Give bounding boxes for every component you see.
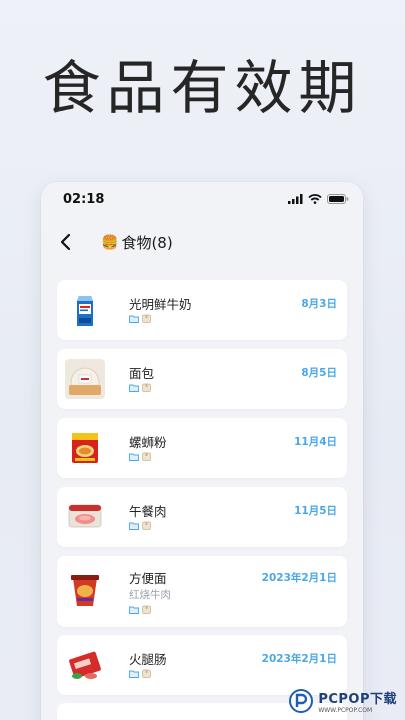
luncheon-meat-thumb — [65, 497, 105, 537]
bread-thumb — [65, 359, 105, 399]
folder-icon — [129, 606, 139, 614]
watermark-text: PCPOP下载 — [318, 692, 397, 707]
item-subtitle: 红烧牛肉 — [129, 589, 171, 601]
back-button[interactable] — [51, 228, 79, 256]
package-icon — [142, 383, 151, 392]
nav-bar: 🍔 食物(8) — [41, 226, 363, 260]
status-bar: 02:18 — [41, 182, 363, 218]
battery-icon — [327, 194, 349, 204]
folder-icon — [129, 522, 139, 530]
item-date: 2023年2月1日 — [261, 653, 337, 665]
page-headline: 食品有效期 — [42, 54, 363, 122]
status-icons — [288, 194, 349, 204]
item-date: 8月3日 — [301, 298, 337, 310]
package-icon — [142, 605, 151, 614]
watermark: PCPOP下载 WWW.PCPOP.COM — [289, 688, 397, 714]
noodle-pack-thumb — [65, 428, 105, 468]
item-meta — [129, 605, 151, 614]
package-icon — [142, 521, 151, 530]
item-name: 方便面 — [129, 571, 167, 586]
list-item[interactable]: 火腿肠 2023年2月1日 — [57, 635, 347, 695]
list-item[interactable]: 午餐肉 11月5日 — [57, 487, 347, 547]
item-date: 11月4日 — [294, 436, 337, 448]
nav-title: 🍔 食物(8) — [101, 232, 173, 253]
list-item[interactable]: 面包 8月5日 — [57, 349, 347, 409]
list-item[interactable]: 光明鲜牛奶 8月3日 — [57, 280, 347, 340]
package-icon — [142, 314, 151, 323]
item-meta — [129, 452, 151, 461]
item-name: 螺蛳粉 — [129, 435, 167, 450]
item-meta — [129, 521, 151, 530]
folder-icon — [129, 670, 139, 678]
folder-icon — [129, 315, 139, 323]
burger-emoji-icon: 🍔 — [101, 234, 119, 251]
item-name: 火腿肠 — [129, 652, 167, 667]
chevron-left-icon — [60, 233, 71, 251]
watermark-sub: WWW.PCPOP.COM — [318, 707, 373, 714]
package-icon — [142, 669, 151, 678]
item-meta — [129, 314, 151, 323]
item-date: 8月5日 — [301, 367, 337, 379]
item-name: 午餐肉 — [129, 504, 167, 519]
item-meta — [129, 383, 151, 392]
item-name: 面包 — [129, 366, 155, 381]
item-date: 11月5日 — [294, 505, 337, 517]
ham-sausage-thumb — [65, 645, 105, 685]
milk-carton-thumb — [65, 290, 105, 330]
nav-title-label: 食物(8) — [121, 234, 173, 252]
item-date: 2023年2月1日 — [261, 572, 337, 584]
instant-noodle-cup-thumb — [65, 570, 105, 610]
folder-icon — [129, 453, 139, 461]
phone-frame: 02:18 🍔 食物(8) 光明鲜牛奶 8月3日 面包 8月5日 螺蛳粉 11月… — [41, 182, 363, 720]
pcpop-logo-icon — [289, 689, 314, 713]
list-item[interactable]: 螺蛳粉 11月4日 — [57, 418, 347, 478]
item-name: 光明鲜牛奶 — [129, 297, 192, 312]
signal-icon — [288, 194, 303, 204]
package-icon — [142, 452, 151, 461]
folder-icon — [129, 384, 139, 392]
wifi-icon — [308, 194, 322, 204]
status-time: 02:18 — [63, 192, 105, 207]
list-item[interactable]: 方便面 红烧牛肉 2023年2月1日 — [57, 556, 347, 627]
item-meta — [129, 669, 151, 678]
